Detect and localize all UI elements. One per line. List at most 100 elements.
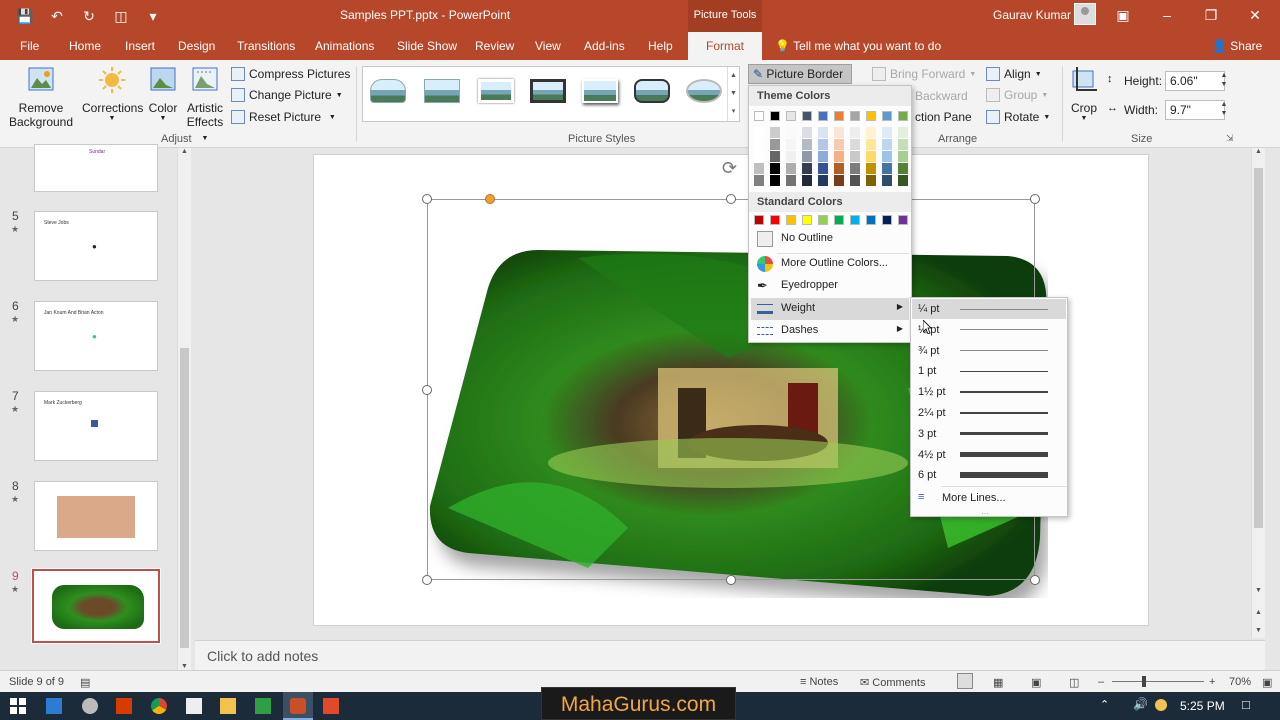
notes-button[interactable]: ≡ Notes [800,676,838,688]
picture-style-thumb[interactable] [579,75,621,109]
restore-icon[interactable]: ❐ [1200,4,1222,26]
theme-color-shade-swatch[interactable] [898,151,908,162]
ribbon-display-options-icon[interactable]: ▣ [1112,4,1134,26]
weight-option[interactable]: 1½ pt [912,382,1066,402]
editor-scrollbar[interactable]: ▲ ▼ ▲ ▼ [1251,148,1265,638]
theme-color-shade-swatch[interactable] [818,127,828,138]
powerpoint-taskbar-button[interactable] [283,692,313,720]
shape-adjust-handle[interactable] [485,194,495,204]
theme-color-shade-swatch[interactable] [818,151,828,162]
theme-color-swatch[interactable] [834,111,844,121]
theme-color-swatch[interactable] [754,111,764,121]
standard-color-swatch[interactable] [770,215,780,225]
accessibility-icon[interactable]: ▤ [80,676,90,689]
slide-thumbnail[interactable] [34,481,158,551]
file-explorer-icon[interactable] [220,698,236,714]
tab-insert[interactable]: Insert [125,39,155,53]
scroll-thumb[interactable] [1254,168,1263,528]
size-dialog-launcher-icon[interactable]: ⇲ [1226,133,1234,144]
scroll-thumb[interactable] [180,348,189,648]
theme-color-shade-swatch[interactable] [898,163,908,174]
standard-color-swatch[interactable] [898,215,908,225]
align-button[interactable]: Align ▼ [986,67,1042,81]
slide-sorter-view-icon[interactable]: ▦ [993,676,1003,689]
resize-handle[interactable] [422,385,432,395]
theme-color-shade-swatch[interactable] [850,139,860,150]
tab-addins[interactable]: Add-ins [584,39,625,53]
theme-color-swatch[interactable] [898,111,908,121]
standard-color-swatch[interactable] [834,215,844,225]
volume-icon[interactable]: 🔊 [1133,697,1148,711]
zoom-level[interactable]: 70% [1229,676,1251,688]
tray-chevron-icon[interactable]: ⌃ [1100,698,1109,711]
app-icon[interactable] [82,698,98,714]
scroll-up-icon[interactable]: ▲ [178,148,191,155]
normal-view-icon[interactable] [957,673,973,689]
theme-color-shade-swatch[interactable] [754,127,764,138]
comments-button[interactable]: ✉ Comments [860,676,925,689]
theme-color-shade-swatch[interactable] [754,163,764,174]
weight-option[interactable]: ½ pt [912,320,1066,340]
slide-thumbnail[interactable]: Steve Jobs ● [34,211,158,281]
tab-transitions[interactable]: Transitions [237,39,295,53]
resize-handle[interactable] [726,575,736,585]
theme-color-shade-swatch[interactable] [866,163,876,174]
theme-color-shade-swatch[interactable] [786,175,796,186]
share-button[interactable]: 👤 Share [1212,39,1262,53]
camtasia-icon[interactable] [255,698,271,714]
theme-color-swatch[interactable] [818,111,828,121]
resize-grip-icon[interactable]: ⋯ [981,509,989,518]
theme-color-shade-swatch[interactable] [786,163,796,174]
undo-icon[interactable]: ↶ [46,6,68,26]
picture-style-thumb[interactable] [475,75,517,109]
standard-color-swatch[interactable] [850,215,860,225]
width-spinner[interactable]: ▲ ▼ [1218,100,1230,120]
weight-option[interactable]: 3 pt [912,424,1066,444]
recorder-icon[interactable] [116,698,132,714]
reading-view-icon[interactable]: ▣ [1031,676,1041,689]
theme-color-shade-swatch[interactable] [882,175,892,186]
chrome-icon[interactable] [151,698,167,714]
selection-pane-button[interactable]: ction Pane [915,110,972,124]
resize-handle[interactable] [726,194,736,204]
tab-view[interactable]: View [535,39,561,53]
slide-thumbnail[interactable]: Mark Zuckerberg [34,391,158,461]
tab-format[interactable]: Format [688,32,763,60]
standard-color-swatch[interactable] [866,215,876,225]
color-button[interactable]: Color ▼ [146,66,180,122]
rotate-button[interactable]: Rotate ▼ [986,110,1050,124]
weight-option[interactable]: 6 pt [912,465,1066,485]
theme-color-shade-swatch[interactable] [850,127,860,138]
tab-slideshow[interactable]: Slide Show [397,39,457,53]
more-lines-option[interactable]: ≡ More Lines... [912,488,1066,508]
redo-icon[interactable]: ↻ [78,6,100,26]
theme-color-swatch[interactable] [850,111,860,121]
theme-color-swatch[interactable] [770,111,780,121]
weight-option[interactable]: ¾ pt [912,341,1066,361]
artistic-effects-button[interactable]: Artistic Effects ▼ [184,66,226,143]
theme-color-shade-swatch[interactable] [898,175,908,186]
picture-style-thumb[interactable] [367,75,409,109]
previous-slide-icon[interactable]: ▲ [1252,609,1265,616]
theme-color-shade-swatch[interactable] [866,139,876,150]
notification-tray-icon[interactable] [1155,699,1167,711]
corrections-button[interactable]: Corrections ▼ [82,66,143,122]
theme-color-shade-swatch[interactable] [754,139,764,150]
remove-background-button[interactable]: Remove Background [8,66,74,129]
resize-handle[interactable] [422,575,432,585]
theme-color-shade-swatch[interactable] [786,151,796,162]
theme-color-shade-swatch[interactable] [898,127,908,138]
action-center-icon[interactable]: □ [1242,697,1250,712]
theme-color-shade-swatch[interactable] [882,163,892,174]
height-field[interactable]: 6.06" [1165,71,1225,91]
theme-color-shade-swatch[interactable] [818,163,828,174]
picture-style-thumb[interactable] [421,75,463,109]
theme-color-shade-swatch[interactable] [802,175,812,186]
slideshow-view-icon[interactable]: ◫ [1069,676,1079,689]
bring-forward-button[interactable]: Bring Forward ▼ [872,67,976,81]
tab-help[interactable]: Help [648,39,673,53]
standard-color-swatch[interactable] [818,215,828,225]
dashes-option[interactable]: Dashes ▶ [751,320,909,342]
more-outline-colors-option[interactable]: More Outline Colors... [751,253,909,275]
tab-home[interactable]: Home [69,39,101,53]
